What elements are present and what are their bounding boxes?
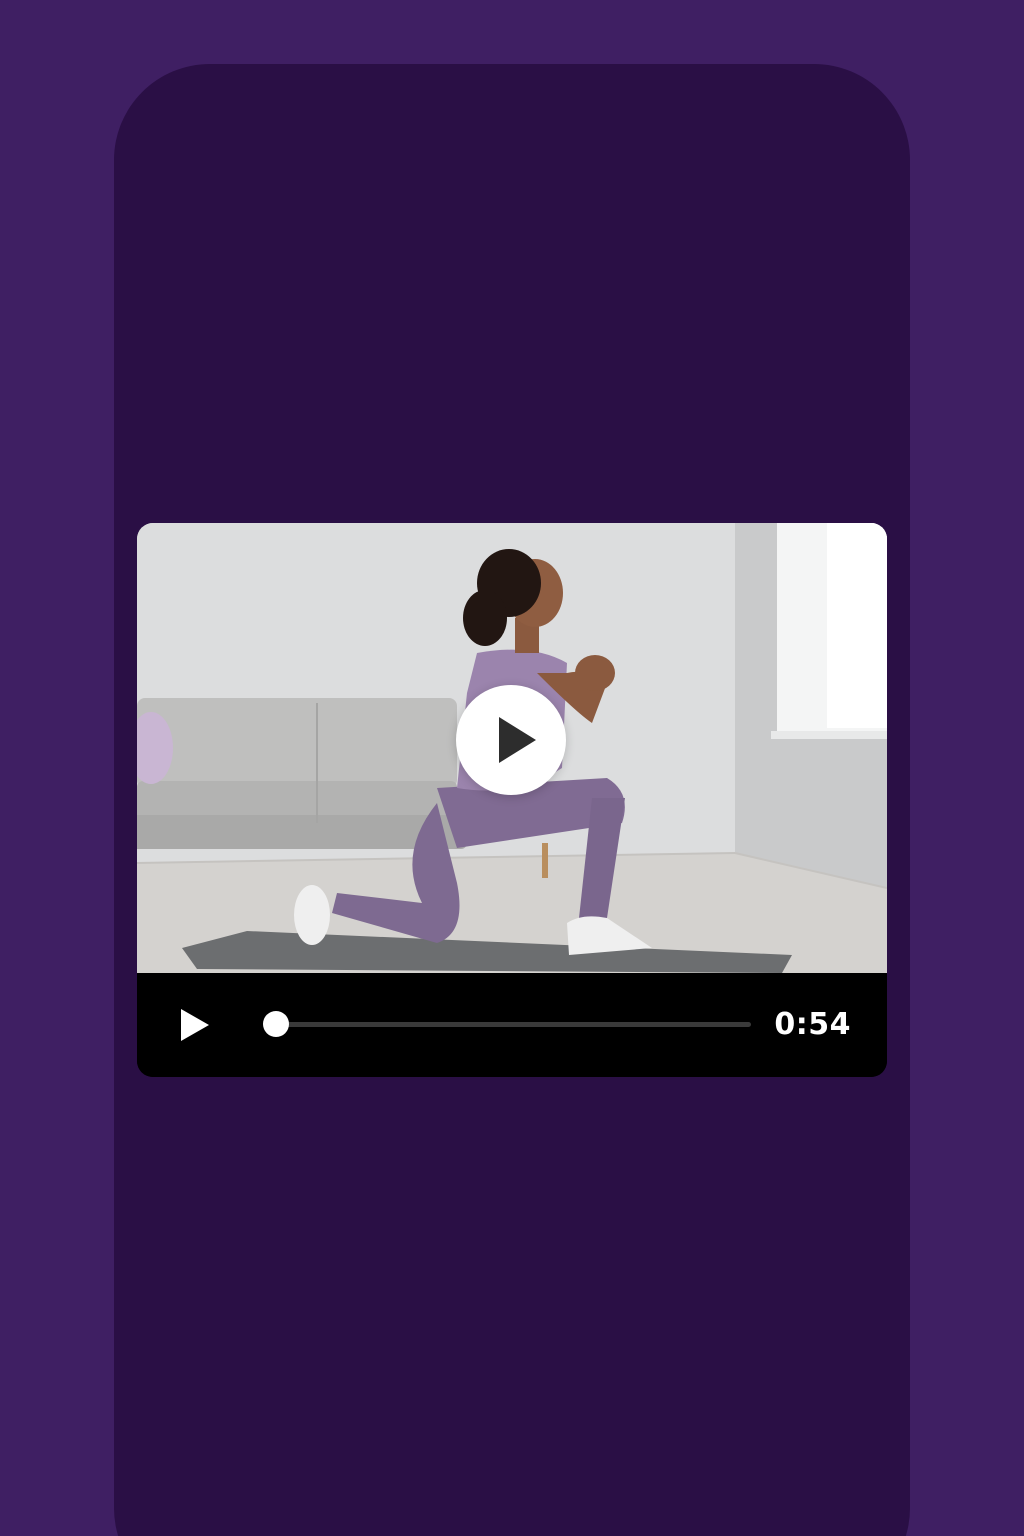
progress-track — [263, 1022, 751, 1027]
video-player: 0:54 — [137, 523, 887, 1077]
video-frame[interactable] — [137, 523, 887, 973]
play-button[interactable] — [177, 1006, 213, 1044]
progress-thumb[interactable] — [263, 1011, 289, 1037]
current-time: 0:54 — [774, 1007, 851, 1042]
progress-slider[interactable] — [263, 1011, 751, 1037]
play-icon — [499, 717, 536, 763]
playback-controls: 0:54 — [137, 973, 887, 1077]
center-play-button[interactable] — [456, 685, 566, 795]
play-icon — [181, 1009, 209, 1041]
